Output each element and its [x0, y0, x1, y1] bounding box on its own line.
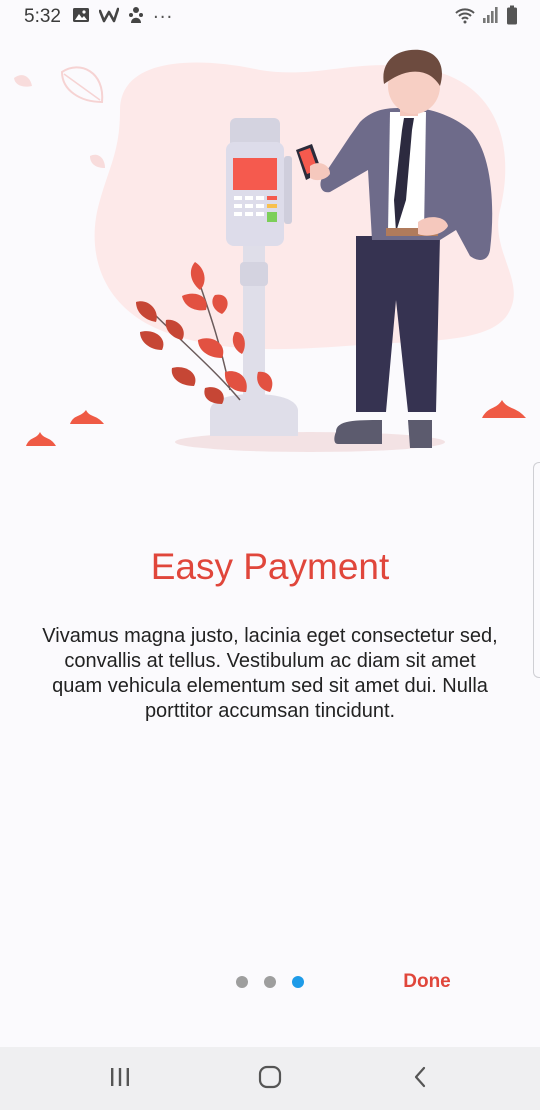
- wifi-icon: [454, 6, 476, 29]
- page-dot-2[interactable]: [264, 976, 276, 988]
- more-notifications-icon: ···: [153, 6, 174, 28]
- page-dot-1[interactable]: [236, 976, 248, 988]
- recent-apps-icon: [109, 1067, 131, 1092]
- w-app-icon: [98, 7, 120, 28]
- home-button[interactable]: [250, 1063, 290, 1095]
- notification-icons: ···: [72, 6, 173, 28]
- status-time: 5:32: [24, 6, 61, 27]
- page-title: Easy Payment: [150, 546, 390, 587]
- signal-icon: [482, 6, 500, 29]
- done-button[interactable]: Done: [392, 966, 462, 998]
- character-app-icon: [128, 6, 144, 29]
- back-button[interactable]: [400, 1063, 440, 1095]
- page-indicator: [236, 976, 304, 988]
- home-icon: [258, 1065, 282, 1094]
- gallery-icon: [72, 7, 90, 28]
- system-nav-bar: [0, 1047, 540, 1110]
- system-icons: [454, 5, 518, 30]
- payment-illustration: [0, 40, 540, 470]
- back-icon: [412, 1066, 428, 1093]
- page-dot-3-active[interactable]: [292, 976, 304, 988]
- recent-apps-button[interactable]: [100, 1063, 140, 1095]
- status-bar: 5:32 ···: [0, 0, 540, 34]
- page-description: Vivamus magna justo, lacinia eget consec…: [42, 625, 498, 722]
- battery-icon: [506, 5, 518, 30]
